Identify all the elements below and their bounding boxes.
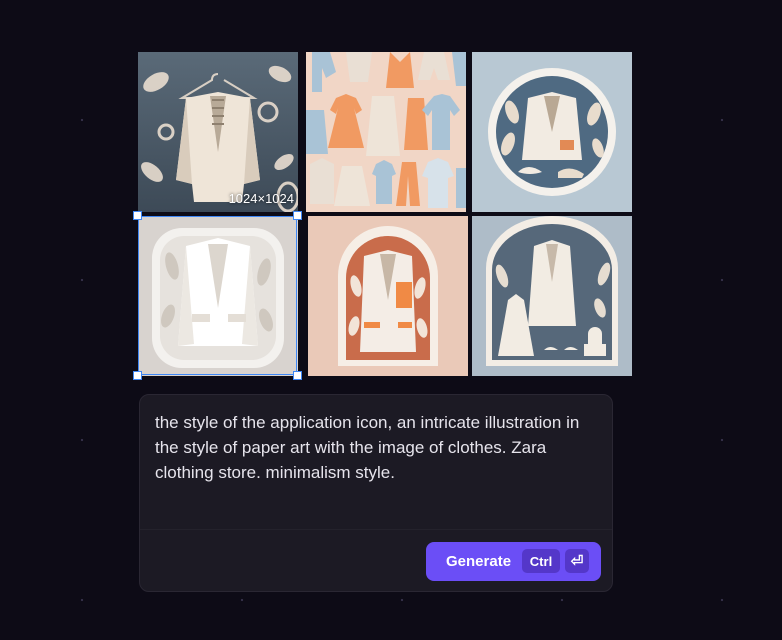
prompt-divider	[140, 529, 612, 530]
generated-image-4[interactable]	[138, 216, 298, 376]
resize-handle-top-left[interactable]	[133, 211, 142, 220]
enter-key-icon: ⏎	[565, 549, 589, 573]
image-size-label: 1024×1024	[228, 191, 294, 206]
generated-image-6[interactable]	[472, 216, 632, 376]
generated-image-1[interactable]: 1024×1024	[138, 52, 298, 212]
image-1-artwork	[138, 52, 298, 212]
image-6-artwork	[472, 216, 632, 376]
resize-handle-top-right[interactable]	[293, 211, 302, 220]
ctrl-key-hint: Ctrl	[522, 549, 560, 573]
generate-button[interactable]: Generate Ctrl ⏎	[426, 542, 601, 581]
resize-handle-bottom-left[interactable]	[133, 371, 142, 380]
generate-button-label: Generate	[446, 553, 512, 570]
generated-image-3[interactable]	[472, 52, 632, 212]
prompt-input[interactable]: the style of the application icon, an in…	[155, 410, 607, 485]
generated-image-2[interactable]	[306, 52, 466, 212]
image-4-artwork	[138, 216, 298, 376]
generated-image-5[interactable]	[308, 216, 468, 376]
image-2-artwork	[306, 52, 466, 212]
image-5-artwork	[308, 216, 468, 376]
resize-handle-bottom-right[interactable]	[293, 371, 302, 380]
image-3-artwork	[472, 52, 632, 212]
prompt-panel: the style of the application icon, an in…	[139, 394, 613, 592]
